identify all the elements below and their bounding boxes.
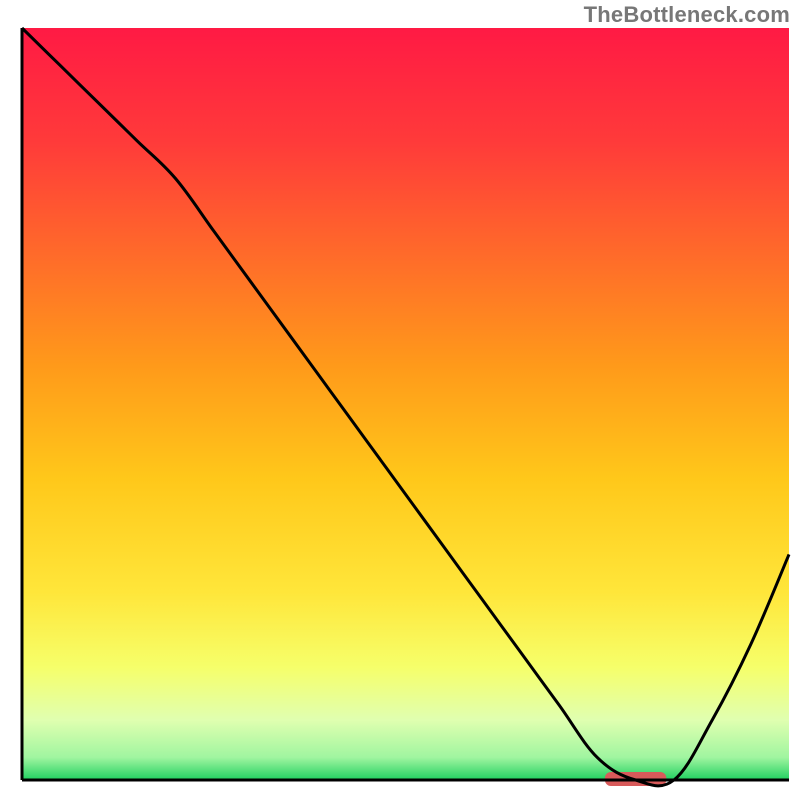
watermark-text: TheBottleneck.com xyxy=(584,2,790,28)
chart-svg xyxy=(0,0,800,800)
bottleneck-chart: TheBottleneck.com xyxy=(0,0,800,800)
